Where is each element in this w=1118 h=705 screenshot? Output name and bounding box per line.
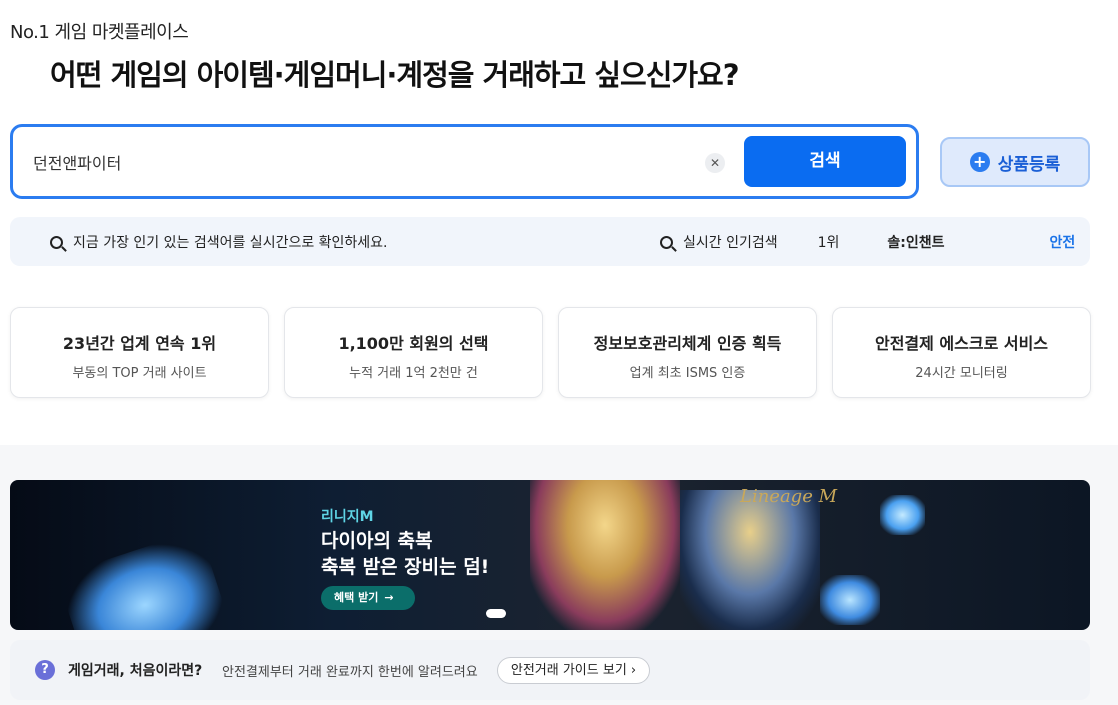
register-label: 상품등록 bbox=[997, 154, 1061, 175]
gem-image bbox=[56, 529, 234, 630]
carousel-indicator[interactable] bbox=[486, 609, 506, 618]
realtime-label: 실시간 인기검색 bbox=[683, 235, 778, 251]
promo-banner[interactable]: Lineage M 리니지M 다이아의 축복 축복 받은 장비는 덤! 혜택 받… bbox=[10, 480, 1090, 630]
arrow-right-icon: → bbox=[384, 591, 394, 604]
trending-bar: 지금 가장 인기 있는 검색어를 실시간으로 확인하세요. 실시간 인기검색 1… bbox=[10, 217, 1090, 266]
safe-trade-guide-button[interactable]: 안전거래 가이드 보기 › bbox=[497, 657, 650, 684]
register-product-button[interactable]: + 상품등록 bbox=[940, 137, 1090, 187]
stat-card: 1,100만 회원의 선택 누적 거래 1억 2천만 건 bbox=[284, 307, 543, 398]
stat-subtitle: 부동의 TOP 거래 사이트 bbox=[72, 366, 207, 381]
stat-subtitle: 누적 거래 1억 2천만 건 bbox=[349, 366, 478, 381]
banner-game-tag: 리니지M bbox=[321, 509, 374, 525]
safe-badge: 안전 bbox=[1049, 235, 1076, 251]
stat-title: 23년간 업계 연속 1위 bbox=[62, 334, 217, 353]
stat-title: 1,100만 회원의 선택 bbox=[338, 334, 489, 353]
search-icon bbox=[660, 235, 673, 249]
question-icon: ? bbox=[35, 660, 55, 680]
gem-image bbox=[820, 575, 880, 625]
banner-title-line: 다이아의 축복 bbox=[321, 530, 433, 552]
trending-keyword[interactable]: 솔:인챈트 bbox=[887, 232, 944, 252]
guide-question: 게임거래, 처음이라면? bbox=[68, 663, 203, 679]
banner-cta-button[interactable]: 혜택 받기 → bbox=[321, 586, 415, 610]
tagline: No.1 게임 마켓플레이스 bbox=[10, 22, 189, 43]
banner-title: 다이아의 축복 축복 받은 장비는 덤! bbox=[321, 528, 489, 580]
trending-prompt: 지금 가장 인기 있는 검색어를 실시간으로 확인하세요. bbox=[50, 232, 388, 252]
gem-image bbox=[880, 495, 925, 535]
stat-subtitle: 업계 최초 ISMS 인증 bbox=[629, 366, 746, 381]
guide-description: 안전결제부터 거래 완료까지 한번에 알려드려요 bbox=[222, 665, 478, 680]
character-illustration bbox=[680, 490, 820, 630]
clear-search-icon[interactable]: ✕ bbox=[705, 153, 725, 173]
realtime-trending[interactable]: 실시간 인기검색 1위 솔:인챈트 안전 bbox=[660, 232, 1075, 252]
character-illustration bbox=[530, 480, 680, 630]
stat-title: 안전결제 에스크로 서비스 bbox=[874, 334, 1049, 353]
banner-title-line: 축복 받은 장비는 덤! bbox=[321, 556, 490, 578]
banner-cta-label: 혜택 받기 bbox=[334, 591, 379, 604]
stat-card: 정보보호관리체계 인증 획득 업계 최초 ISMS 인증 bbox=[558, 307, 817, 398]
stat-card: 안전결제 에스크로 서비스 24시간 모니터링 bbox=[832, 307, 1091, 398]
search-button[interactable]: 검색 bbox=[744, 136, 906, 187]
trending-prompt-text: 지금 가장 인기 있는 검색어를 실시간으로 확인하세요. bbox=[73, 235, 388, 251]
search-box: ✕ 검색 bbox=[10, 124, 919, 199]
page-headline: 어떤 게임의 아이템·게임머니·계정을 거래하고 싶으신가요? bbox=[50, 58, 740, 92]
stat-subtitle: 24시간 모니터링 bbox=[915, 366, 1008, 381]
trending-rank: 1위 bbox=[817, 235, 840, 251]
search-icon bbox=[50, 235, 63, 249]
plus-circle-icon: + bbox=[969, 152, 990, 172]
stat-card: 23년간 업계 연속 1위 부동의 TOP 거래 사이트 bbox=[10, 307, 269, 398]
stat-title: 정보보호관리체계 인증 획득 bbox=[593, 334, 782, 353]
search-input[interactable] bbox=[33, 147, 673, 177]
guide-bar: ? 게임거래, 처음이라면? 안전결제부터 거래 완료까지 한번에 알려드려요 … bbox=[10, 640, 1090, 700]
game-logo: Lineage M bbox=[740, 486, 838, 507]
